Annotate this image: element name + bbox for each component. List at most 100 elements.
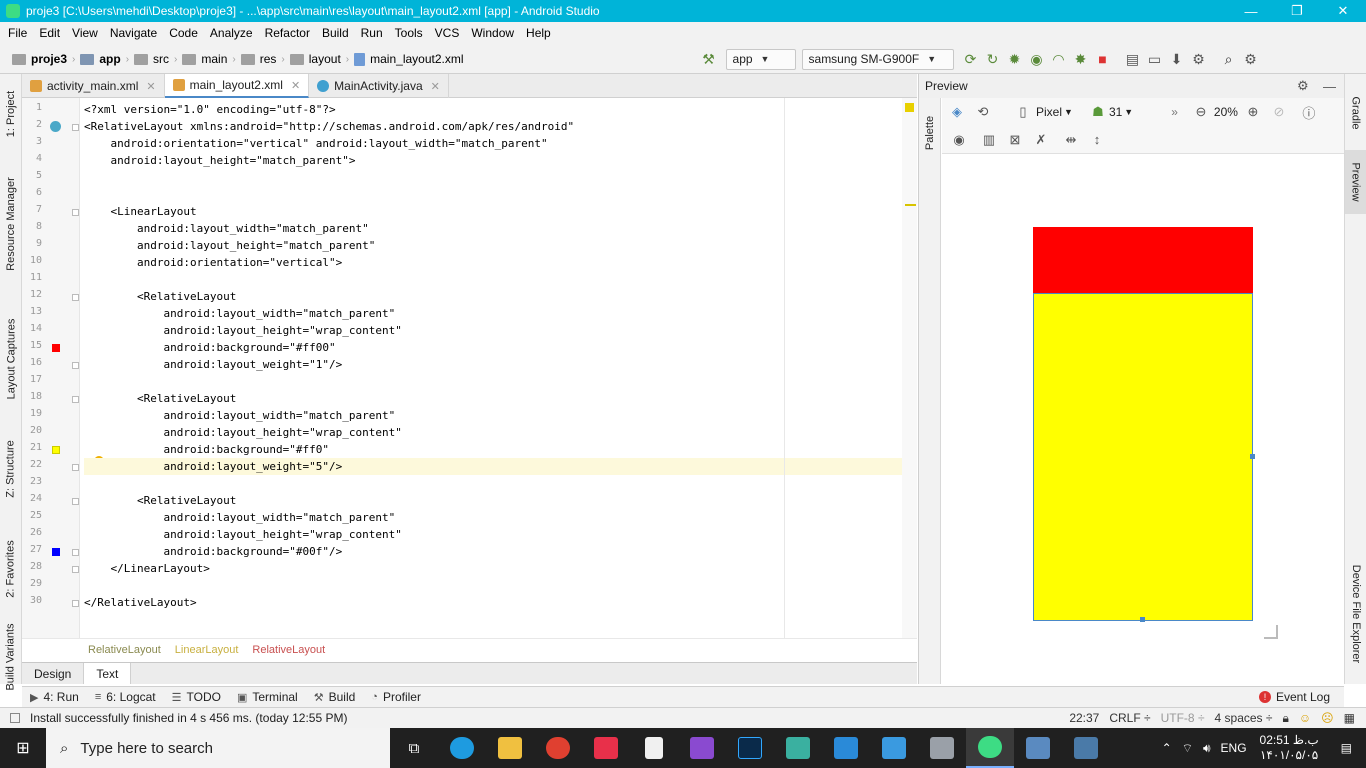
- caret-position[interactable]: 22:37: [1064, 711, 1104, 725]
- orientation-icon[interactable]: ⟲: [972, 101, 994, 123]
- zoom-in-icon[interactable]: ⊕: [1242, 101, 1264, 123]
- lock-icon[interactable]: 🔒︎: [1277, 711, 1293, 726]
- menu-code[interactable]: Code: [163, 22, 204, 45]
- chevron-up-icon[interactable]: ⌃: [1157, 741, 1177, 755]
- preview-red-layout[interactable]: [1033, 227, 1253, 293]
- tool-terminal[interactable]: ▣ Terminal: [229, 690, 306, 704]
- coverage-icon[interactable]: ◉: [1026, 48, 1048, 70]
- tab-activity-main[interactable]: activity_main.xml ✕: [22, 74, 165, 98]
- menu-analyze[interactable]: Analyze: [204, 22, 259, 45]
- sourcetree-icon[interactable]: [774, 728, 822, 768]
- search-icon[interactable]: ⌕: [1218, 48, 1240, 70]
- visual-studio-icon[interactable]: [678, 728, 726, 768]
- menu-tools[interactable]: Tools: [389, 22, 429, 45]
- tool-tab-preview[interactable]: Preview: [1345, 150, 1366, 214]
- warning-icon[interactable]: ⓘ: [1298, 101, 1320, 123]
- vscode-icon[interactable]: [822, 728, 870, 768]
- menu-file[interactable]: File: [2, 22, 33, 45]
- menu-build[interactable]: Build: [316, 22, 355, 45]
- notepad-icon[interactable]: [630, 728, 678, 768]
- avd-manager-icon[interactable]: ▭: [1144, 48, 1166, 70]
- restore-button[interactable]: ❐: [1274, 0, 1320, 22]
- tool-event-log[interactable]: ! Event Log: [1251, 690, 1338, 704]
- device-select[interactable]: Pixel: [1036, 105, 1062, 119]
- layers-icon[interactable]: ◈: [946, 101, 968, 123]
- app-icon[interactable]: [1014, 728, 1062, 768]
- resize-handle[interactable]: [1140, 617, 1145, 622]
- sdk-manager-icon[interactable]: ⬇: [1166, 48, 1188, 70]
- nav-crumb-file[interactable]: main_layout2.xml: [350, 52, 467, 66]
- menu-navigate[interactable]: Navigate: [104, 22, 163, 45]
- fold-marker[interactable]: [72, 549, 79, 556]
- run-config-select[interactable]: app ▼: [725, 48, 796, 70]
- line-separator[interactable]: CRLF ÷: [1104, 711, 1155, 725]
- blueprint-icon[interactable]: ▥: [978, 129, 1000, 151]
- clock[interactable]: 02:51 ب.ظ ۱۴۰۱/۰۵/۰۵: [1252, 733, 1327, 763]
- feedback-sad-icon[interactable]: ☹: [1316, 711, 1339, 725]
- zoom-fit-icon[interactable]: ⊘: [1268, 101, 1290, 123]
- task-view-icon[interactable]: ⧉: [390, 728, 438, 768]
- app-icon[interactable]: [1062, 728, 1110, 768]
- stop-icon[interactable]: ■: [1092, 48, 1114, 70]
- attach-debugger-icon[interactable]: ✸: [1070, 48, 1092, 70]
- minimize-button[interactable]: —: [1228, 0, 1274, 22]
- menu-view[interactable]: View: [66, 22, 104, 45]
- magnet-icon[interactable]: ⊠: [1004, 129, 1026, 151]
- fold-marker[interactable]: [72, 464, 79, 471]
- android-icon[interactable]: ☗: [1087, 101, 1109, 123]
- memory-indicator-icon[interactable]: ▦: [1339, 711, 1360, 725]
- device-select[interactable]: samsung SM-G900F ▼: [801, 48, 954, 70]
- code-editor[interactable]: 1 2 3 4 5 6 7 8 9 10 11 12 13 14 15 16 1…: [22, 98, 917, 638]
- component-badge-icon[interactable]: [50, 121, 61, 132]
- file-encoding[interactable]: UTF-8 ÷: [1156, 711, 1210, 725]
- menu-vcs[interactable]: VCS: [429, 22, 466, 45]
- inspection-status-icon[interactable]: [905, 103, 914, 112]
- clear-constraints-icon[interactable]: ✗: [1030, 129, 1052, 151]
- close-tab-icon[interactable]: ✕: [146, 80, 155, 93]
- notifications-icon[interactable]: ▤: [1327, 741, 1366, 755]
- code-area[interactable]: <?xml version="1.0" encoding="utf-8"?> <…: [84, 98, 914, 638]
- breadcrumb-item[interactable]: LinearLayout: [175, 644, 239, 656]
- apply-changes-icon[interactable]: ⟳: [960, 48, 982, 70]
- gear-icon[interactable]: ⚙: [1297, 78, 1309, 94]
- api-level-select[interactable]: 31: [1109, 105, 1122, 119]
- menu-edit[interactable]: Edit: [33, 22, 66, 45]
- nav-crumb-main[interactable]: main: [178, 52, 231, 66]
- taskbar-search[interactable]: ⌕ Type here to search: [46, 728, 390, 768]
- editor-scrollbar[interactable]: [902, 98, 917, 638]
- layout-inspector-icon[interactable]: ⚙: [1188, 48, 1210, 70]
- status-icon[interactable]: [10, 713, 20, 723]
- overflow-icon[interactable]: »: [1171, 105, 1178, 119]
- tool-logcat[interactable]: ≡ 6: Logcat: [87, 690, 164, 704]
- tool-profiler[interactable]: ◔ Profiler: [363, 690, 429, 704]
- indent-setting[interactable]: 4 spaces ÷: [1210, 711, 1278, 725]
- tab-main-layout2[interactable]: main_layout2.xml ✕: [164, 74, 310, 98]
- menu-run[interactable]: Run: [355, 22, 389, 45]
- tool-tab-project[interactable]: 1: Project: [0, 84, 22, 144]
- fold-marker[interactable]: [72, 600, 79, 607]
- menu-window[interactable]: Window: [465, 22, 520, 45]
- design-canvas[interactable]: [942, 155, 1345, 684]
- hammer-icon[interactable]: ⚒: [698, 48, 720, 70]
- android-studio-taskbar-icon[interactable]: [966, 728, 1014, 768]
- wifi-icon[interactable]: ⌔: [1177, 741, 1198, 756]
- zoom-out-icon[interactable]: ⊖: [1190, 101, 1212, 123]
- tool-tab-resource-manager[interactable]: Resource Manager: [0, 174, 22, 274]
- nav-crumb-layout[interactable]: layout: [286, 52, 345, 66]
- pack-horizontal-icon[interactable]: ⇹: [1060, 129, 1082, 151]
- nav-crumb-app[interactable]: app: [76, 52, 124, 66]
- vm-app-icon[interactable]: [918, 728, 966, 768]
- fold-marker[interactable]: [72, 209, 79, 216]
- chrome-icon[interactable]: [534, 728, 582, 768]
- tool-tab-structure[interactable]: Z: Structure: [0, 434, 22, 504]
- warning-stripe[interactable]: [905, 204, 916, 206]
- vpn-app-icon[interactable]: [870, 728, 918, 768]
- color-swatch-yellow[interactable]: [52, 446, 60, 454]
- pack-vertical-icon[interactable]: ↕: [1086, 129, 1108, 151]
- tool-tab-favorites[interactable]: 2: Favorites: [0, 534, 22, 604]
- profile-icon[interactable]: ◠: [1048, 48, 1070, 70]
- phone-icon[interactable]: ▯: [1012, 101, 1034, 123]
- close-tab-icon[interactable]: ✕: [431, 80, 440, 93]
- file-explorer-icon[interactable]: [486, 728, 534, 768]
- tool-tab-layout-captures[interactable]: Layout Captures: [0, 314, 22, 404]
